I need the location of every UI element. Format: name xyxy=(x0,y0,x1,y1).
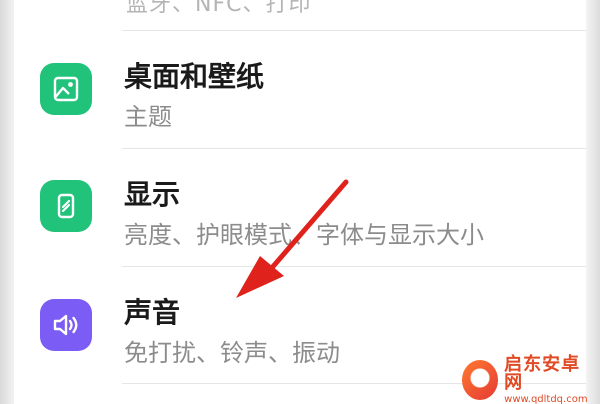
watermark-logo-icon xyxy=(462,360,499,400)
previous-item-subtitle: 蓝牙、NFC、打印 xyxy=(126,0,312,17)
screenshot-frame: 蓝牙、NFC、打印 桌面和壁纸 主题 显示 亮度、护眼模式、字体与显示大小 声音… xyxy=(0,0,600,404)
item-title: 声音 xyxy=(124,296,181,329)
speaker-icon xyxy=(40,299,92,351)
settings-item-display[interactable]: 显示 亮度、护眼模式、字体与显示大小 xyxy=(14,149,586,265)
item-title: 显示 xyxy=(124,178,181,211)
display-icon xyxy=(40,180,92,232)
settings-screen: 蓝牙、NFC、打印 桌面和壁纸 主题 显示 亮度、护眼模式、字体与显示大小 声音… xyxy=(14,0,586,404)
item-title: 桌面和壁纸 xyxy=(124,60,265,93)
watermark-name: 启东安卓网 xyxy=(504,353,581,393)
site-watermark: 启东安卓网 www.qdltdq.com xyxy=(462,353,590,404)
left-edge xyxy=(0,0,14,404)
item-subtitle: 主题 xyxy=(124,103,172,131)
wallpaper-icon xyxy=(40,63,92,115)
right-edge xyxy=(586,0,600,404)
item-subtitle: 免打扰、铃声、振动 xyxy=(124,339,340,367)
watermark-url: www.qdltdq.com xyxy=(504,393,588,404)
settings-item-wallpaper[interactable]: 桌面和壁纸 主题 xyxy=(14,31,586,147)
item-subtitle: 亮度、护眼模式、字体与显示大小 xyxy=(124,221,484,249)
